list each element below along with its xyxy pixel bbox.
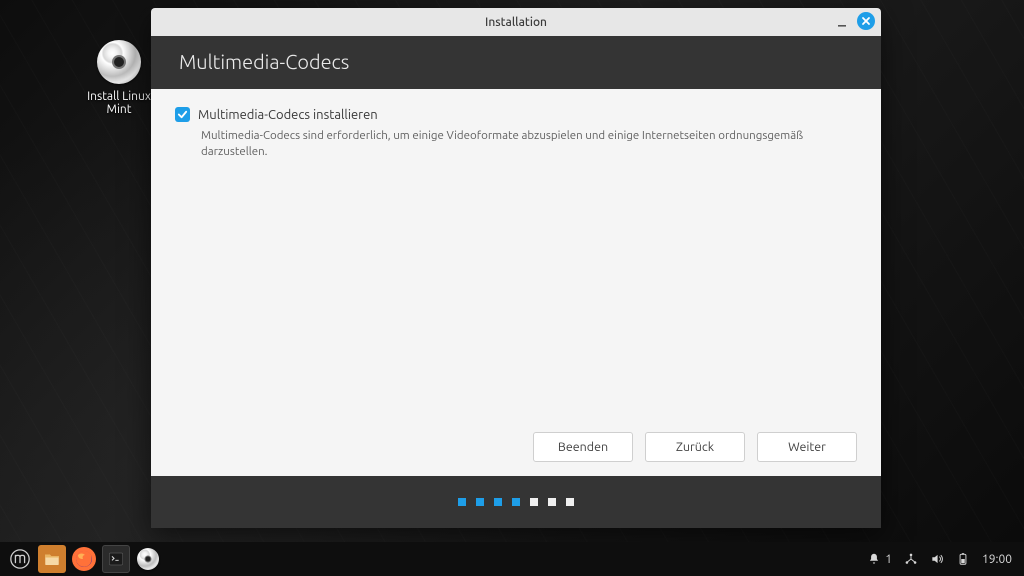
firefox-launcher[interactable]	[70, 545, 98, 573]
workspace-indicator: 1	[885, 553, 892, 566]
codecs-checkbox[interactable]	[175, 107, 190, 122]
disc-icon	[137, 548, 159, 570]
start-menu-button[interactable]	[6, 545, 34, 573]
continue-button[interactable]: Weiter	[757, 432, 857, 462]
volume-tray-icon[interactable]	[930, 552, 944, 566]
codecs-description: Multimedia-Codecs sind erforderlich, um …	[201, 128, 857, 159]
page-heading: Multimedia-Codecs	[151, 36, 881, 89]
pager-dot	[548, 498, 556, 506]
battery-tray-icon[interactable]	[956, 552, 970, 566]
pager-dot	[512, 498, 520, 506]
installer-window: Installation Multimedia-Codecs Multimedi…	[151, 8, 881, 528]
close-button[interactable]	[857, 12, 875, 30]
back-button[interactable]: Zurück	[645, 432, 745, 462]
codecs-checkbox-label: Multimedia-Codecs installieren	[198, 108, 378, 122]
step-pager	[151, 476, 881, 528]
window-titlebar[interactable]: Installation	[151, 8, 881, 36]
clock[interactable]: 19:00	[982, 553, 1012, 566]
installer-content: Multimedia-Codecs installieren Multimedi…	[151, 89, 881, 476]
window-title: Installation	[151, 16, 881, 29]
file-manager-launcher[interactable]	[38, 545, 66, 573]
taskbar: 1 19:00	[0, 542, 1024, 576]
pager-dot	[494, 498, 502, 506]
pager-dot	[566, 498, 574, 506]
pager-dot	[458, 498, 466, 506]
network-tray-icon[interactable]	[904, 552, 918, 566]
minimize-button[interactable]	[835, 14, 849, 28]
quit-button[interactable]: Beenden	[533, 432, 633, 462]
pager-dot	[476, 498, 484, 506]
installer-taskbar-item[interactable]	[134, 545, 162, 573]
disc-icon	[97, 40, 141, 84]
notifications-tray-icon[interactable]: 1	[867, 552, 892, 566]
terminal-launcher[interactable]	[102, 545, 130, 573]
pager-dot	[530, 498, 538, 506]
